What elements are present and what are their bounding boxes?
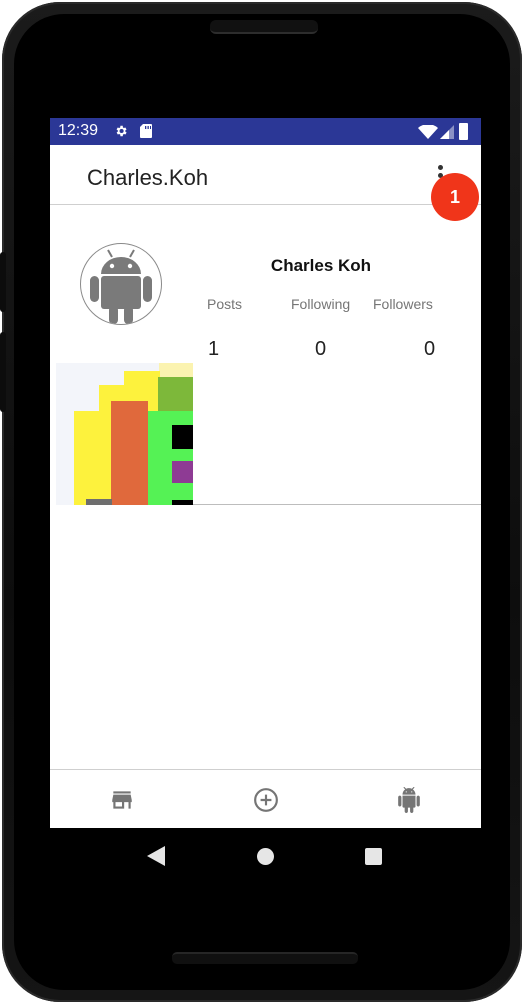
page-title: Charles.Koh [87, 165, 209, 190]
divider [193, 504, 481, 505]
wifi-icon [418, 125, 438, 139]
followers-label: Followers [373, 296, 433, 312]
power-button [0, 332, 6, 412]
android-icon[interactable] [396, 787, 422, 813]
android-avatar-icon [80, 243, 162, 325]
notification-badge[interactable]: 1 [431, 173, 479, 221]
volume-button [0, 252, 6, 312]
posts-count: 1 [208, 338, 220, 360]
status-time: 12:39 [58, 122, 99, 139]
earpiece [210, 20, 318, 34]
home-icon[interactable] [257, 848, 274, 865]
app-bar: Charles.Koh [50, 145, 481, 205]
following-count: 0 [315, 338, 327, 360]
followers-count: 0 [424, 338, 436, 360]
back-icon[interactable] [147, 846, 165, 866]
gear-icon [116, 125, 127, 137]
add-circle-icon[interactable] [253, 787, 279, 813]
following-label: Following [291, 296, 351, 312]
bottom-speaker [172, 952, 358, 964]
posts-label: Posts [207, 296, 243, 312]
app-screen: 12:39 Charles.Koh 1 Charles Koh Posts Fo… [50, 118, 481, 828]
post-thumbnail[interactable] [56, 363, 193, 505]
profile-name: Charles Koh [270, 256, 372, 275]
battery-icon [459, 123, 468, 140]
recents-icon[interactable] [365, 848, 382, 865]
status-bar: 12:39 [50, 118, 481, 145]
bottom-navigation [50, 769, 481, 828]
signal-icon [440, 125, 454, 139]
sd-card-icon [140, 124, 152, 138]
store-icon[interactable] [109, 787, 135, 813]
